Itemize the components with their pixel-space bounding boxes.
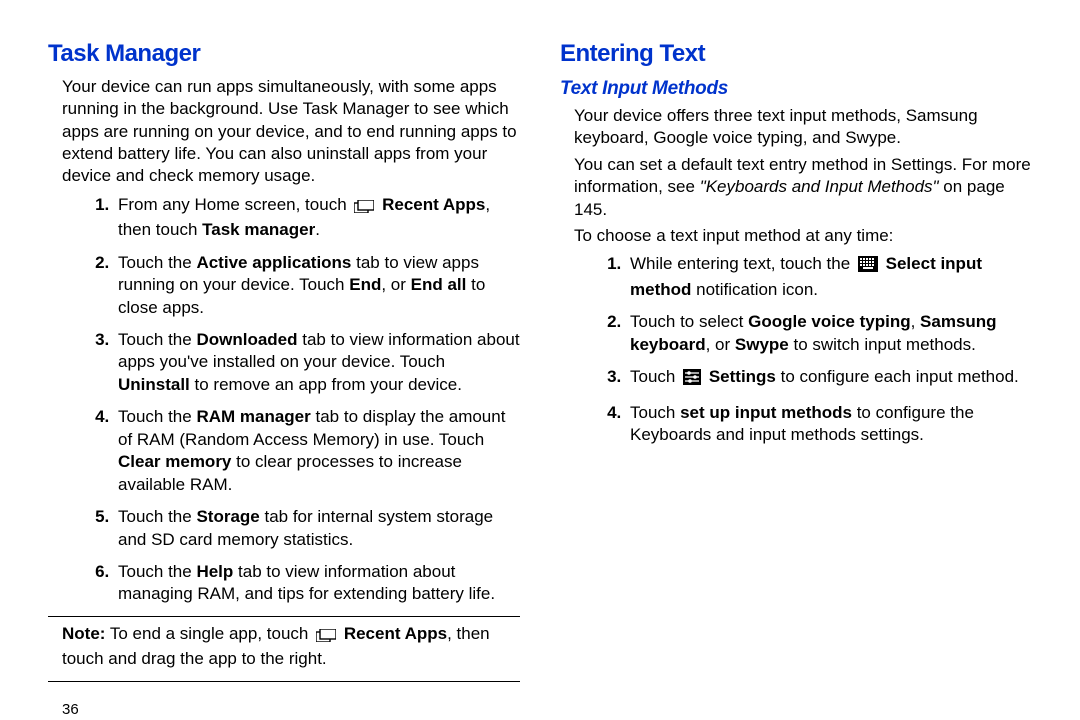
- text: to switch input methods.: [789, 335, 976, 354]
- text: ,: [911, 312, 920, 331]
- list-item: Touch the Help tab to view information a…: [114, 561, 520, 606]
- divider: [48, 681, 520, 682]
- text: Touch: [630, 367, 680, 386]
- et-p3: To choose a text input method at any tim…: [560, 225, 1032, 247]
- et-steps: While entering text, touch the Select in…: [560, 253, 1032, 446]
- text: Active applications: [196, 253, 351, 272]
- text: Touch the: [118, 330, 196, 349]
- heading-task-manager: Task Manager: [48, 38, 520, 70]
- divider: [48, 616, 520, 617]
- et-p2: You can set a default text entry method …: [560, 154, 1032, 221]
- list-item: From any Home screen, touch Recent Apps,…: [114, 194, 520, 242]
- text: to remove an app from your device.: [190, 375, 462, 394]
- text: Recent Apps: [382, 195, 485, 214]
- tm-note: Note: To end a single app, touch Recent …: [48, 623, 520, 671]
- note-label: Note:: [62, 624, 105, 643]
- settings-icon: [683, 369, 701, 391]
- text: End all: [411, 275, 467, 294]
- list-item: Touch: [626, 366, 1032, 391]
- recent-apps-icon: [316, 626, 336, 648]
- text: Settings: [709, 367, 776, 386]
- text: Touch the: [118, 253, 196, 272]
- text: Clear memory: [118, 452, 231, 471]
- list-item: Touch to select Google voice typing, Sam…: [626, 311, 1032, 356]
- list-item: Touch the Active applications tab to vie…: [114, 252, 520, 319]
- text: , or: [706, 335, 735, 354]
- text: Help: [196, 562, 233, 581]
- keyboard-icon: [858, 256, 878, 278]
- et-p1: Your device offers three text input meth…: [560, 105, 1032, 150]
- text: End: [349, 275, 381, 294]
- text: Google voice typing: [748, 312, 910, 331]
- list-item: Touch the Storage tab for internal syste…: [114, 506, 520, 551]
- text: "Keyboards and Input Methods": [700, 177, 939, 196]
- text: to configure each input method.: [776, 367, 1019, 386]
- text: notification icon.: [691, 280, 818, 299]
- text: set up input methods: [680, 403, 852, 422]
- text: Recent Apps: [344, 624, 447, 643]
- list-item: Touch the RAM manager tab to display the…: [114, 406, 520, 496]
- text: Touch to select: [630, 312, 748, 331]
- tm-intro: Your device can run apps simultaneously,…: [48, 76, 520, 188]
- text: Touch the: [118, 507, 196, 526]
- text: Uninstall: [118, 375, 190, 394]
- text: Task manager: [202, 220, 315, 239]
- text: , or: [381, 275, 410, 294]
- right-column: Entering Text Text Input Methods Your de…: [560, 38, 1032, 720]
- list-item: While entering text, touch the Select in…: [626, 253, 1032, 301]
- text: .: [315, 220, 320, 239]
- text: RAM manager: [196, 407, 310, 426]
- list-item: Touch the Downloaded tab to view informa…: [114, 329, 520, 396]
- page-number: 36: [48, 700, 520, 720]
- heading-entering-text: Entering Text: [560, 38, 1032, 70]
- text: Touch: [630, 403, 680, 422]
- left-column: Task Manager Your device can run apps si…: [48, 38, 520, 720]
- text: To end a single app, touch: [105, 624, 313, 643]
- text: Downloaded: [196, 330, 297, 349]
- text: Touch the: [118, 562, 196, 581]
- subheading-text-input: Text Input Methods: [560, 76, 1032, 101]
- manual-page: Task Manager Your device can run apps si…: [48, 38, 1032, 720]
- text: From any Home screen, touch: [118, 195, 351, 214]
- text: Storage: [196, 507, 259, 526]
- list-item: Touch set up input methods to configure …: [626, 402, 1032, 447]
- tm-steps: From any Home screen, touch Recent Apps,…: [48, 194, 520, 606]
- text: While entering text, touch the: [630, 254, 855, 273]
- text: Touch the: [118, 407, 196, 426]
- text: Swype: [735, 335, 789, 354]
- recent-apps-icon: [354, 197, 374, 219]
